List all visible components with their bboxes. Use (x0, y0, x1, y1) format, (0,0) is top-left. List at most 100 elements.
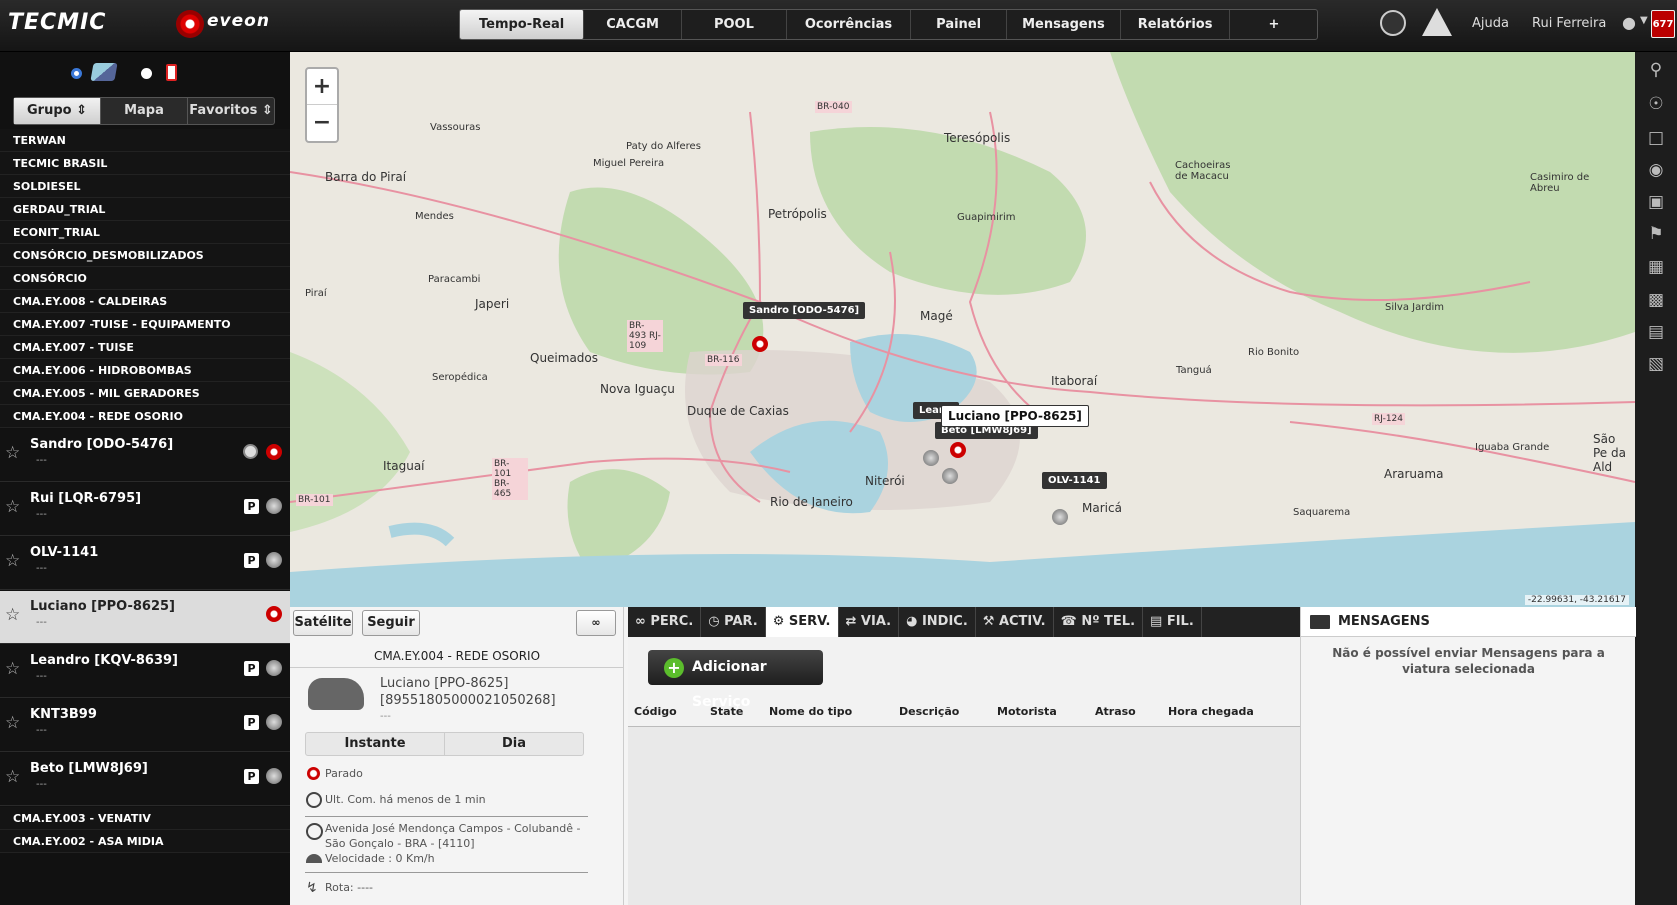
tab-activ[interactable]: ⚒ ACTIV. (976, 607, 1054, 637)
tab-dia[interactable]: Dia (445, 733, 583, 755)
col-motorista[interactable]: Motorista (997, 705, 1057, 718)
tab-tempo-real[interactable]: Tempo-Real (460, 10, 585, 39)
col-hora-chegada[interactable]: Hora chegada (1168, 705, 1254, 718)
group-row[interactable]: CONSÓRCIO_DESMOBILIZADOS (0, 244, 290, 267)
tab-perc[interactable]: ∞ PERC. (628, 607, 702, 637)
tab-pool[interactable]: POOL (682, 10, 787, 39)
notification-badge[interactable]: 677 (1651, 10, 1675, 38)
tab-painel[interactable]: Painel (911, 10, 1008, 39)
tab-mapa[interactable]: Mapa (101, 98, 188, 124)
chevron-down-icon[interactable]: ▼ (1640, 15, 1648, 26)
radio-phone[interactable] (141, 68, 152, 79)
user-icon[interactable]: ● (1622, 14, 1638, 32)
tab-relatorios[interactable]: Relatórios (1121, 10, 1231, 39)
messages-header: MENSAGENS (1301, 607, 1636, 637)
vehicle-marker[interactable] (950, 442, 966, 458)
group-row[interactable]: CMA.EY.002 - ASA MIDIA (0, 830, 290, 853)
vehicle-name: Sandro [ODO-5476] (30, 437, 174, 452)
vehicle-marker[interactable] (752, 336, 768, 352)
vehicle-row[interactable]: ☆ Rui [LQR-6795] --- P (0, 483, 290, 536)
group-row[interactable]: GERDAU_TRIAL (0, 198, 290, 221)
vehicle-row-selected[interactable]: ☆ Luciano [PPO-8625] --- (0, 591, 290, 644)
col-descricao[interactable]: Descrição (899, 705, 959, 718)
eveon-logo-icon (176, 10, 204, 38)
col-atraso[interactable]: Atraso (1095, 705, 1136, 718)
group-row[interactable]: CMA.EY.005 - MIL GERADORES (0, 382, 290, 405)
group-row[interactable]: CMA.EY.007 -TUISE - EQUIPAMENTO (0, 313, 290, 336)
tab-mensagens[interactable]: Mensagens (1007, 10, 1121, 39)
group-row[interactable]: TECMIC BRASIL (0, 152, 290, 175)
map-label: São Pe da Ald (1593, 432, 1626, 474)
star-icon[interactable]: ☆ (5, 767, 20, 787)
route-icon[interactable]: ⚑ (1646, 224, 1666, 244)
star-icon[interactable]: ☆ (5, 551, 20, 571)
square-icon[interactable]: □ (1646, 128, 1666, 148)
group-row[interactable]: CMA.EY.003 - VENATIV (0, 807, 290, 830)
vehicle-row[interactable]: ☆ KNT3B99 --- P (0, 699, 290, 752)
tab-add[interactable]: + (1230, 10, 1317, 39)
tab-tel[interactable]: ☎ Nº TEL. (1054, 607, 1144, 637)
tab-favoritos[interactable]: Favoritos ⇕ (188, 98, 274, 124)
group-row[interactable]: CMA.EY.004 - REDE OSORIO (0, 405, 290, 428)
route-play-button[interactable]: ∞ (576, 610, 616, 636)
vehicle-row[interactable]: ☆ Sandro [ODO-5476] --- (0, 429, 290, 482)
map-coordinates: -22.99631, -43.21617 (1524, 595, 1629, 605)
map-label: Paty do Alferes (626, 141, 701, 152)
location-pin-icon[interactable]: ◉ (1646, 160, 1666, 180)
tab-grupo[interactable]: Grupo ⇕ (14, 98, 101, 124)
map-pin-label[interactable]: Sandro [ODO-5476] (743, 302, 866, 319)
tab-via[interactable]: ⇄ VIA. (839, 607, 900, 637)
image-icon[interactable]: ▩ (1646, 290, 1666, 310)
col-nome-tipo[interactable]: Nome do tipo (769, 705, 852, 718)
tab-serv[interactable]: ⚙ SERV. (765, 607, 839, 637)
user-name[interactable]: Rui Ferreira (1532, 16, 1606, 31)
zoom-in-button[interactable]: + (307, 69, 337, 105)
add-service-button[interactable]: + Adicionar Serviço (648, 650, 823, 710)
star-icon[interactable]: ☆ (5, 713, 20, 733)
vehicle-marker[interactable] (1052, 509, 1068, 525)
document-icon[interactable]: ▤ (1646, 322, 1666, 342)
map-pin-label-selected[interactable]: Luciano [PPO-8625] (941, 405, 1089, 427)
vehicle-row[interactable]: ☆ OLV-1141 --- P (0, 537, 290, 590)
tab-fil[interactable]: ▤ FIL. (1143, 607, 1202, 637)
group-row[interactable]: SOLDIESEL (0, 175, 290, 198)
star-icon[interactable]: ☆ (5, 659, 20, 679)
follow-button[interactable]: Seguir (362, 610, 420, 636)
tab-indic[interactable]: ◕ INDIC. (899, 607, 976, 637)
vehicle-marker[interactable] (923, 450, 939, 466)
help-link[interactable]: Ajuda (1472, 16, 1509, 31)
tab-par[interactable]: ◷ PAR. (701, 607, 766, 637)
group-row[interactable]: TERWAN (0, 129, 290, 152)
tab-instante[interactable]: Instante (306, 733, 445, 755)
globe-icon[interactable]: ☉ (1646, 94, 1666, 114)
tab-cacgm[interactable]: CACGM (584, 10, 682, 39)
zoom-out-button[interactable]: − (307, 105, 337, 141)
map[interactable]: Vassouras Paty do Alferes Miguel Pereira… (290, 52, 1635, 607)
vehicle-marker[interactable] (942, 468, 958, 484)
group-row[interactable]: CMA.EY.007 - TUISE (0, 336, 290, 359)
alarm-clock-icon[interactable] (1380, 10, 1406, 36)
group-row[interactable]: CONSÓRCIO (0, 267, 290, 290)
vehicle-row[interactable]: ☆ Leandro [KQV-8639] --- P (0, 645, 290, 698)
star-icon[interactable]: ☆ (5, 497, 20, 517)
search-icon[interactable]: ⚲ (1646, 60, 1666, 80)
messages-panel-full: MENSAGENS Não é possível enviar Mensagen… (1300, 607, 1636, 905)
truck-off-icon[interactable]: ▦ (1646, 257, 1666, 277)
group-row[interactable]: CMA.EY.008 - CALDEIRAS (0, 290, 290, 313)
radio-car[interactable] (71, 68, 82, 79)
star-icon[interactable]: ☆ (5, 443, 20, 463)
truck-icon[interactable]: ▣ (1646, 192, 1666, 212)
star-icon[interactable]: ☆ (5, 605, 20, 625)
col-codigo[interactable]: Código (634, 705, 677, 718)
group-row[interactable]: ECONIT_TRIAL (0, 221, 290, 244)
detail-group: CMA.EY.004 - REDE OSORIO (290, 649, 624, 668)
vehicle-row[interactable]: ☆ Beto [LMW8J69] --- P (0, 753, 290, 806)
map-pin-label[interactable]: OLV-1141 (1042, 472, 1107, 489)
col-state[interactable]: State (710, 705, 743, 718)
group-row[interactable]: CMA.EY.006 - HIDROBOMBAS (0, 359, 290, 382)
tab-ocorrencias[interactable]: Ocorrências (787, 10, 912, 39)
warning-icon[interactable] (1422, 8, 1452, 36)
phone-icon (166, 64, 177, 81)
satellite-button[interactable]: Satélite (293, 610, 353, 636)
export-icon[interactable]: ▧ (1646, 354, 1666, 374)
